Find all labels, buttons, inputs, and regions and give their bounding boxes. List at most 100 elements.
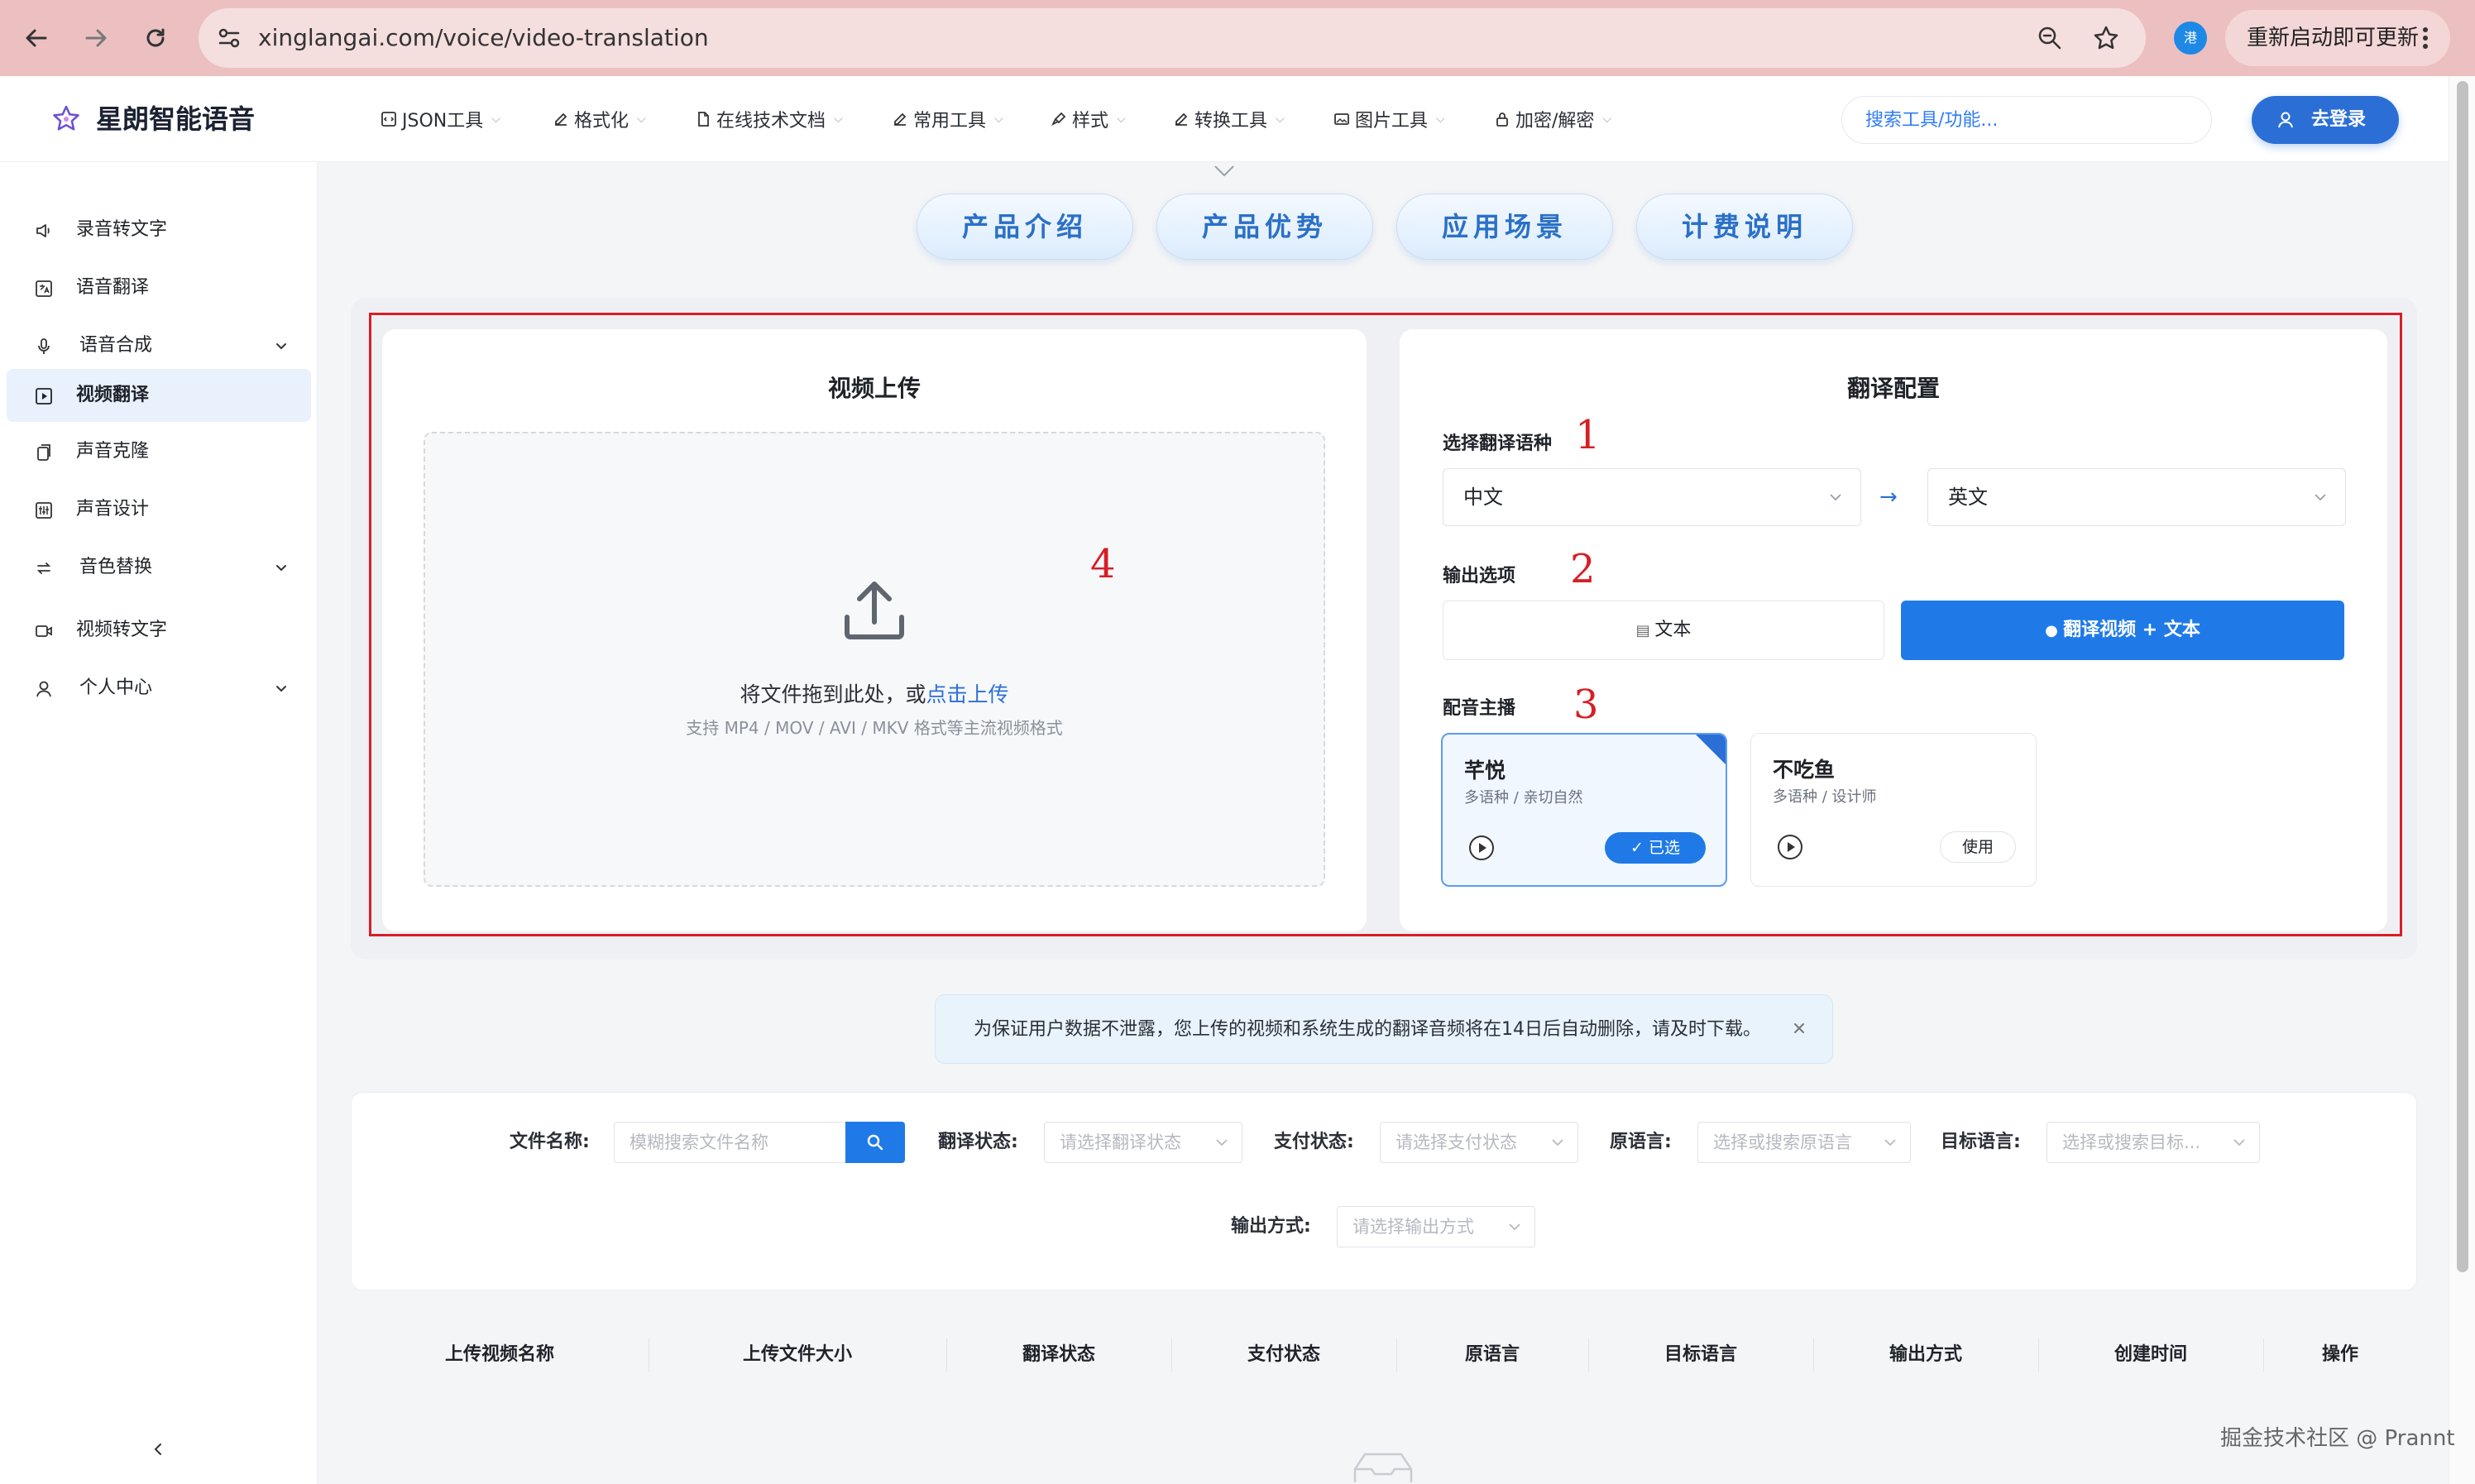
- translate-icon: [36, 280, 52, 297]
- annotation-2: 2: [1570, 546, 1596, 592]
- chevron-down-icon[interactable]: [273, 559, 290, 576]
- sliders-icon: [36, 502, 52, 519]
- payment-status-select[interactable]: 请选择支付状态: [1380, 1122, 1578, 1163]
- user-icon: [36, 681, 51, 697]
- caret-down-icon: ⌵: [1436, 112, 1445, 126]
- menu-convert-tools[interactable]: 转换工具 ⌵: [1173, 76, 1285, 162]
- profile-avatar[interactable]: 港: [2174, 22, 2207, 55]
- menu-image-tools[interactable]: 图片工具 ⌵: [1333, 76, 1445, 162]
- video-play-icon: [36, 388, 52, 405]
- annotation-4: 4: [1090, 541, 1116, 587]
- caret-down-icon: ⌵: [637, 112, 646, 126]
- file-name-label: 文件名称:: [510, 1132, 590, 1152]
- menu-common-tools[interactable]: 常用工具 ⌵: [892, 76, 1003, 162]
- sidebar-item-voice-design[interactable]: 声音设计: [7, 483, 311, 536]
- col-video-name: 上传视频名称: [444, 1344, 554, 1365]
- video-camera-icon: [36, 625, 52, 637]
- code-box-icon: [381, 112, 396, 127]
- sidebar: 录音转文字 语音翻译 语音合成 视频翻译 声音克隆 声音设计 音色替换 视频转文…: [0, 162, 318, 1484]
- user-icon: [2278, 112, 2293, 128]
- caret-down-icon: ⌵: [1602, 112, 1612, 126]
- data-retention-notice: 为保证用户数据不泄露，您上传的视频和系统生成的翻译音频将在14日后自动删除，请及…: [935, 994, 1833, 1064]
- empty-box-icon: [1353, 1453, 1413, 1482]
- caret-down-icon: ⌵: [994, 112, 1003, 126]
- tool-search-input[interactable]: 搜索工具/功能...: [1841, 96, 2212, 144]
- menu-encrypt-decrypt[interactable]: 加密/解密 ⌵: [1494, 76, 1611, 162]
- sidebar-item-video-translation[interactable]: 视频翻译: [7, 369, 311, 422]
- url-text[interactable]: xinglangai.com/voice/video-translation: [258, 8, 709, 68]
- menu-json-tools[interactable]: JSON工具 ⌵: [381, 76, 500, 162]
- caret-down-icon: ⌵: [834, 112, 843, 126]
- source-language-filter-label: 原语言:: [1610, 1132, 1672, 1152]
- sidebar-item-timbre-replace[interactable]: 音色替换: [7, 541, 311, 594]
- sidebar-item-personal-center[interactable]: 个人中心: [7, 662, 311, 715]
- chevron-down-icon: [2233, 1139, 2245, 1147]
- target-language-filter-label: 目标语言:: [1941, 1132, 2021, 1152]
- page-scrollbar[interactable]: [2449, 76, 2475, 1484]
- edit-icon: [894, 112, 907, 126]
- annotation-1: 1: [1575, 412, 1601, 458]
- watermark: 掘金技术社区 @ Prannt: [2220, 1426, 2455, 1451]
- document-icon: [698, 112, 709, 127]
- search-button[interactable]: [845, 1122, 905, 1163]
- tab-pricing[interactable]: 计费说明: [1636, 194, 1853, 260]
- close-icon[interactable]: [1791, 1020, 1807, 1036]
- source-language-filter-select[interactable]: 选择或搜索原语言: [1697, 1122, 1911, 1163]
- address-bar[interactable]: xinglangai.com/voice/video-translation: [199, 8, 2146, 68]
- sidebar-item-voice-translation[interactable]: 语音翻译: [7, 261, 311, 314]
- zoom-icon[interactable]: [2037, 25, 2063, 51]
- annotation-3: 3: [1573, 682, 1599, 728]
- chevron-down-icon[interactable]: [273, 680, 290, 697]
- reload-button[interactable]: [136, 18, 175, 58]
- brush-icon: [1051, 112, 1066, 127]
- menu-tech-docs[interactable]: 在线技术文档 ⌵: [695, 76, 843, 162]
- annotation-highlight-box: [369, 313, 2402, 936]
- forward-button[interactable]: [76, 18, 116, 58]
- menu-format[interactable]: 格式化 ⌵: [553, 76, 646, 162]
- tab-product-advantages[interactable]: 产品优势: [1156, 194, 1373, 260]
- col-file-size: 上传文件大小: [742, 1344, 852, 1365]
- col-translate-status: 翻译状态: [1022, 1344, 1095, 1365]
- target-language-filter-select[interactable]: 选择或搜索目标...: [2047, 1122, 2260, 1163]
- update-button[interactable]: 重新启动即可更新: [2225, 10, 2450, 66]
- browser-toolbar: xinglangai.com/voice/video-translation 港…: [0, 0, 2475, 76]
- search-icon: [867, 1134, 883, 1151]
- speaker-icon: [36, 224, 50, 237]
- arrow-right-icon: [85, 29, 107, 47]
- bookmark-star-icon[interactable]: [2093, 25, 2119, 51]
- scrollbar-thumb[interactable]: [2457, 81, 2468, 1272]
- star-logo-icon: [53, 105, 79, 131]
- translate-status-select[interactable]: 请选择翻译状态: [1044, 1122, 1242, 1163]
- sidebar-item-speech-synthesis[interactable]: 语音合成: [7, 319, 311, 372]
- menu-style[interactable]: 样式 ⌵: [1051, 76, 1126, 162]
- chevron-down-icon: [1509, 1223, 1520, 1231]
- file-name-search-input[interactable]: 模糊搜索文件名称: [614, 1122, 847, 1163]
- back-button[interactable]: [17, 18, 56, 58]
- tab-use-cases[interactable]: 应用场景: [1396, 194, 1613, 260]
- col-target-language: 目标语言: [1664, 1344, 1737, 1365]
- site-settings-icon[interactable]: [217, 26, 242, 50]
- reload-icon: [146, 28, 165, 47]
- chevron-down-icon[interactable]: [273, 337, 290, 354]
- microphone-icon: [38, 338, 50, 354]
- caret-down-icon: ⌵: [491, 112, 500, 126]
- col-actions: 操作: [2321, 1344, 2358, 1365]
- records-table-header: 上传视频名称 上传文件大小 翻译状态 支付状态 原语言 目标语言 输出方式 创建…: [351, 1319, 2417, 1391]
- chevron-left-icon: [154, 1443, 161, 1455]
- sidebar-collapse-button[interactable]: [146, 1436, 172, 1462]
- caret-down-icon: ⌵: [1117, 112, 1126, 126]
- chevron-down-icon: [1216, 1139, 1228, 1147]
- payment-status-label: 支付状态:: [1274, 1132, 1354, 1152]
- sidebar-item-recording-to-text[interactable]: 录音转文字: [7, 203, 311, 256]
- sidebar-item-voice-clone[interactable]: 声音克隆: [7, 425, 311, 478]
- tab-product-intro[interactable]: 产品介绍: [917, 194, 1133, 260]
- edit-icon: [1175, 112, 1188, 126]
- sidebar-item-video-to-text[interactable]: 视频转文字: [7, 604, 311, 657]
- output-method-select[interactable]: 请选择输出方式: [1337, 1206, 1535, 1247]
- caret-down-icon: ⌵: [1276, 112, 1285, 126]
- brand-name[interactable]: 星朗智能语音: [96, 76, 255, 162]
- login-button[interactable]: 去登录: [2252, 96, 2399, 144]
- edit-icon: [555, 112, 567, 126]
- arrow-left-icon: [26, 29, 47, 47]
- lock-icon: [1496, 112, 1508, 127]
